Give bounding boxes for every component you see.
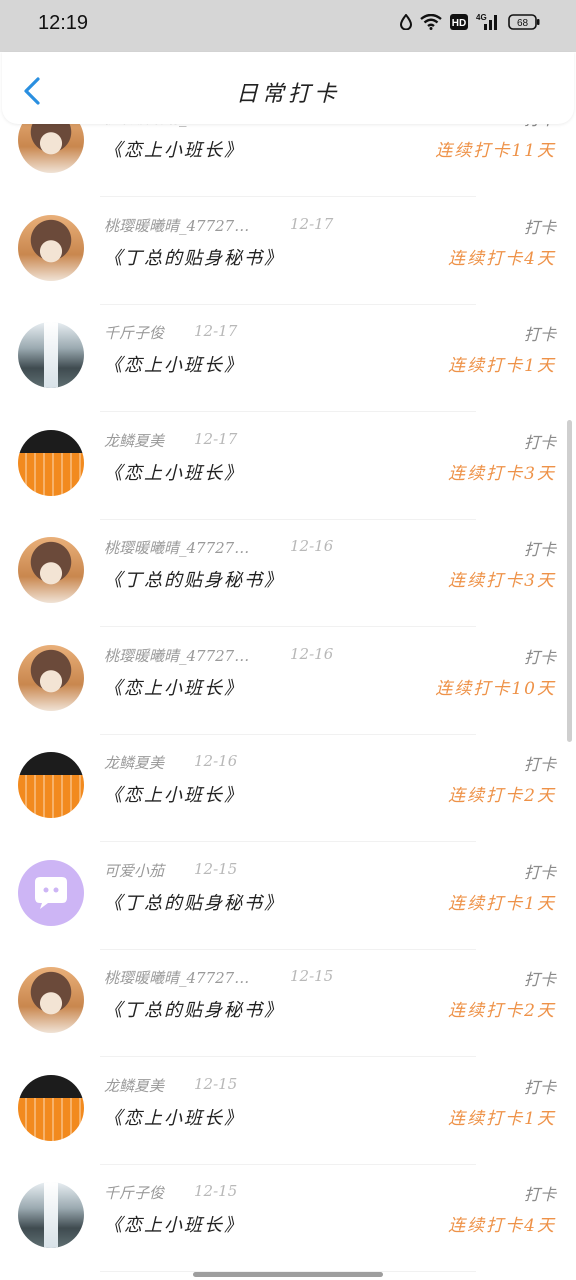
status-icons: HD 4G 68 [400,13,540,31]
checkin-date: 12-17 [290,214,334,233]
checkin-date: 12-15 [290,967,334,985]
winter-avatar[interactable] [18,322,84,388]
username: 桃璎暖曦晴_47727… [104,646,250,665]
svg-text:68: 68 [517,18,529,29]
username: 千斤子俊 [104,1184,165,1202]
checkin-date: 12-15 [194,1074,238,1093]
drop-icon [400,14,412,30]
checkin-date: 12-17 [194,429,238,448]
checkin-date: 12-15 [194,859,238,878]
status-time: 12:19 [38,12,89,34]
book-title[interactable]: 《恋上小班长》 [104,1211,244,1237]
girl-avatar[interactable] [18,124,84,173]
chat-bubble-icon [35,876,67,909]
checkin-date: 12-17 [194,322,238,340]
checkin-date: 12-16 [194,752,238,770]
default-chat-avatar[interactable] [18,859,84,926]
checkin-tag: 打卡 [523,540,556,559]
checkin-tag: 打卡 [523,970,556,989]
book-title[interactable]: 《丁总的贴身秘书》 [104,996,284,1022]
checkin-tag: 打卡 [523,217,556,237]
signal-icon: 4G [476,13,497,30]
list-item[interactable]: 桃璎暖曦晴_47727… 12-16 《恋上小班长》 打卡连续打卡10天 [0,628,576,735]
list-item[interactable]: 桃璎暖曦晴_47727… 12-16 《丁总的贴身秘书》 打卡连续打卡3天 [0,520,576,627]
stripe-avatar[interactable] [18,1074,84,1141]
streak-text: 连续打卡2天 [448,1001,556,1021]
checkin-tag: 打卡 [523,1077,556,1097]
streak-text: 连续打卡2天 [448,786,556,806]
svg-text:HD: HD [452,18,466,29]
checkin-date: 12-16 [290,644,334,663]
list-item[interactable]: 桃璎暖曦晴_47727… 12-15 《丁总的贴身秘书》 打卡连续打卡2天 [0,950,576,1057]
streak-text: 连续打卡3天 [448,463,556,484]
svg-text:4G: 4G [476,13,487,22]
checkin-date: 12-15 [194,1182,238,1200]
girl-avatar[interactable] [18,537,84,603]
list-item[interactable]: 桃璎暖曦晴_47727… 12-17 《恋上小班长》 打卡连续打卡11天 [0,124,576,197]
list-item[interactable]: 千斤子俊 12-15 《恋上小班长》 打卡连续打卡4天 [0,1165,576,1272]
checkin-tag: 打卡 [523,1185,556,1204]
book-title[interactable]: 《恋上小班长》 [104,781,244,807]
username: 桃璎暖曦晴_47727… [104,124,249,128]
streak-text: 连续打卡4天 [448,1216,556,1236]
home-indicator[interactable] [193,1272,383,1277]
list-item[interactable]: 桃璎暖曦晴_47727… 12-17 《丁总的贴身秘书》 打卡连续打卡4天 [0,198,576,305]
hd-icon: HD [450,14,468,30]
checkin-date: 12-17 [290,124,333,125]
page-title: 日常打卡 [235,82,340,107]
checkin-tag: 打卡 [523,862,556,882]
username: 千斤子俊 [104,324,165,342]
checkin-tag: 打卡 [523,755,556,774]
book-title[interactable]: 《丁总的贴身秘书》 [104,244,284,270]
streak-text: 连续打卡11天 [435,141,556,161]
checkin-list[interactable]: 桃璎暖曦晴_47727…12-17《恋上小班长》打卡连续打卡11天桃璎暖曦晴_4… [0,124,576,1280]
checkin-date: 12-16 [290,537,334,555]
streak-text: 连续打卡4天 [448,248,556,269]
username: 桃璎暖曦晴_47727… [104,969,250,987]
list-item[interactable]: 千斤子俊 12-17 《恋上小班长》 打卡连续打卡1天 [0,305,576,412]
checkin-tag: 打卡 [524,124,556,130]
girl-avatar[interactable] [18,644,84,711]
checkin-tag: 打卡 [523,432,556,452]
book-title[interactable]: 《恋上小班长》 [104,351,244,377]
list-item[interactable]: 可爱小茄 12-15 《丁总的贴身秘书》 打卡连续打卡1天 [0,843,576,950]
username: 桃璎暖曦晴_47727… [104,216,250,235]
list-item[interactable]: 龙鳞夏美 12-15 《恋上小班长》 打卡连续打卡1天 [0,1058,576,1165]
username: 龙鳞夏美 [104,1076,165,1095]
book-title[interactable]: 《恋上小班长》 [104,674,244,700]
username: 桃璎暖曦晴_47727… [104,539,250,557]
book-title[interactable]: 《恋上小班长》 [104,459,244,485]
username: 龙鳞夏美 [104,431,165,450]
girl-avatar[interactable] [18,214,84,281]
streak-text: 连续打卡3天 [448,571,556,591]
checkin-tag: 打卡 [523,325,556,344]
book-title[interactable]: 《丁总的贴身秘书》 [104,566,284,592]
list-item[interactable]: 龙鳞夏美 12-16 《恋上小班长》 打卡连续打卡2天 [0,735,576,842]
winter-avatar[interactable] [18,1182,84,1248]
stripe-avatar[interactable] [18,752,84,818]
streak-text: 连续打卡1天 [448,1108,556,1129]
streak-text: 连续打卡1天 [448,893,556,914]
header: 日常打卡 [2,52,574,124]
streak-text: 连续打卡1天 [448,356,556,376]
book-title[interactable]: 《丁总的贴身秘书》 [104,889,284,915]
battery-icon: 68 [508,14,540,30]
stripe-avatar[interactable] [18,429,84,496]
book-title[interactable]: 《恋上小班长》 [104,136,244,162]
status-bar: 12:19 HD 4G 68 [0,0,576,52]
streak-text: 连续打卡10天 [435,678,556,699]
book-title[interactable]: 《恋上小班长》 [104,1104,244,1130]
scrollbar[interactable] [567,420,572,742]
wifi-icon [420,14,442,30]
girl-avatar[interactable] [18,967,84,1033]
list-item[interactable]: 龙鳞夏美 12-17 《恋上小班长》 打卡连续打卡3天 [0,413,576,520]
checkin-tag: 打卡 [523,647,556,667]
username: 龙鳞夏美 [104,754,165,772]
username: 可爱小茄 [104,861,165,880]
